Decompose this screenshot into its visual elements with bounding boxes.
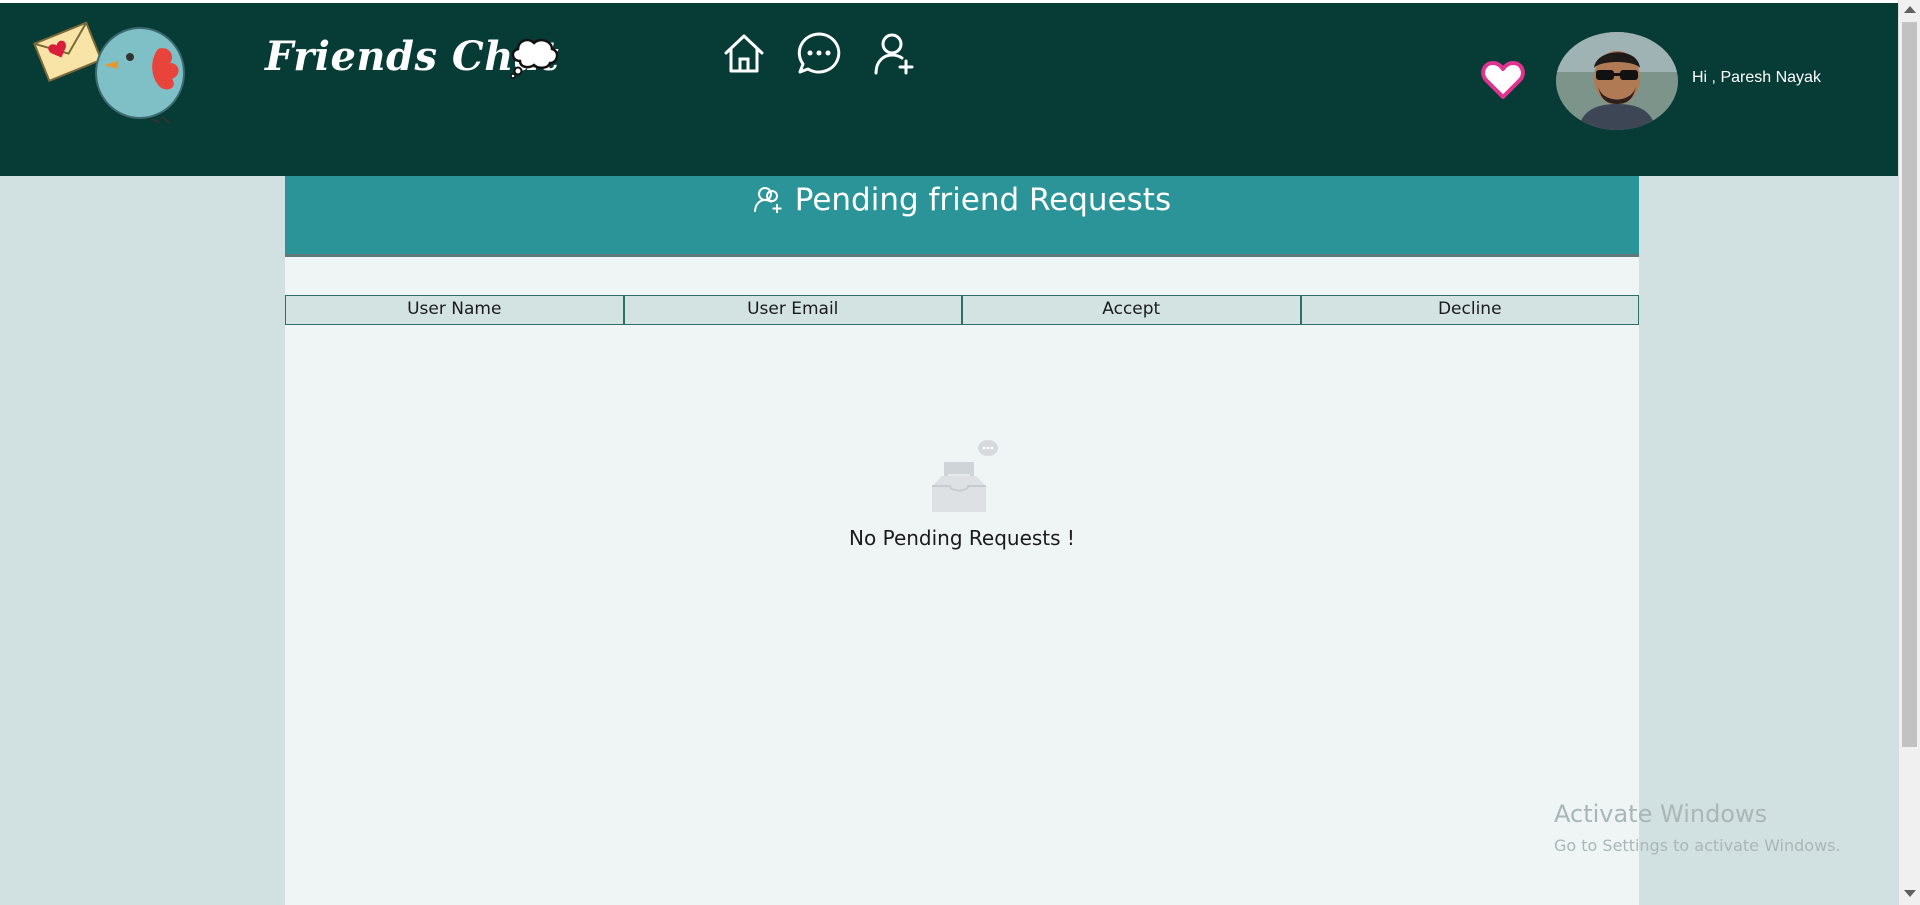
main-content: Pending friend Requests User Name User E… [285, 176, 1639, 905]
chat-bubble-icon[interactable] [795, 29, 843, 77]
vertical-scrollbar[interactable] [1898, 0, 1920, 905]
home-icon[interactable] [720, 29, 768, 77]
scroll-up-icon[interactable] [1904, 6, 1916, 13]
avatar[interactable] [1556, 32, 1678, 130]
add-user-icon [753, 182, 795, 218]
add-friend-icon[interactable] [870, 29, 918, 77]
heart-icon[interactable] [1480, 59, 1526, 101]
column-header-accept: Accept [962, 295, 1301, 325]
page-title: Pending friend Requests [794, 182, 1172, 218]
requests-table-header: User Name User Email Accept Decline [285, 295, 1639, 325]
watermark-title: Activate Windows [1554, 800, 1768, 828]
page-banner: Pending friend Requests [285, 176, 1639, 257]
app-header: Friends Chat Hi , Paresh Nayak [0, 0, 1898, 176]
column-header-user-name: User Name [285, 295, 624, 325]
watermark-subtitle: Go to Settings to activate Windows. [1554, 836, 1841, 855]
scroll-down-icon[interactable] [1904, 890, 1916, 897]
bird-logo-icon [30, 11, 200, 131]
thought-bubble-icon [510, 35, 559, 79]
column-header-decline: Decline [1300, 295, 1639, 325]
column-header-user-email: User Email [623, 295, 962, 325]
empty-state-message: No Pending Requests ! [849, 526, 1075, 550]
empty-inbox-icon [930, 438, 998, 514]
scroll-thumb[interactable] [1902, 22, 1917, 747]
user-greeting: Hi , Paresh Nayak [1692, 69, 1821, 86]
